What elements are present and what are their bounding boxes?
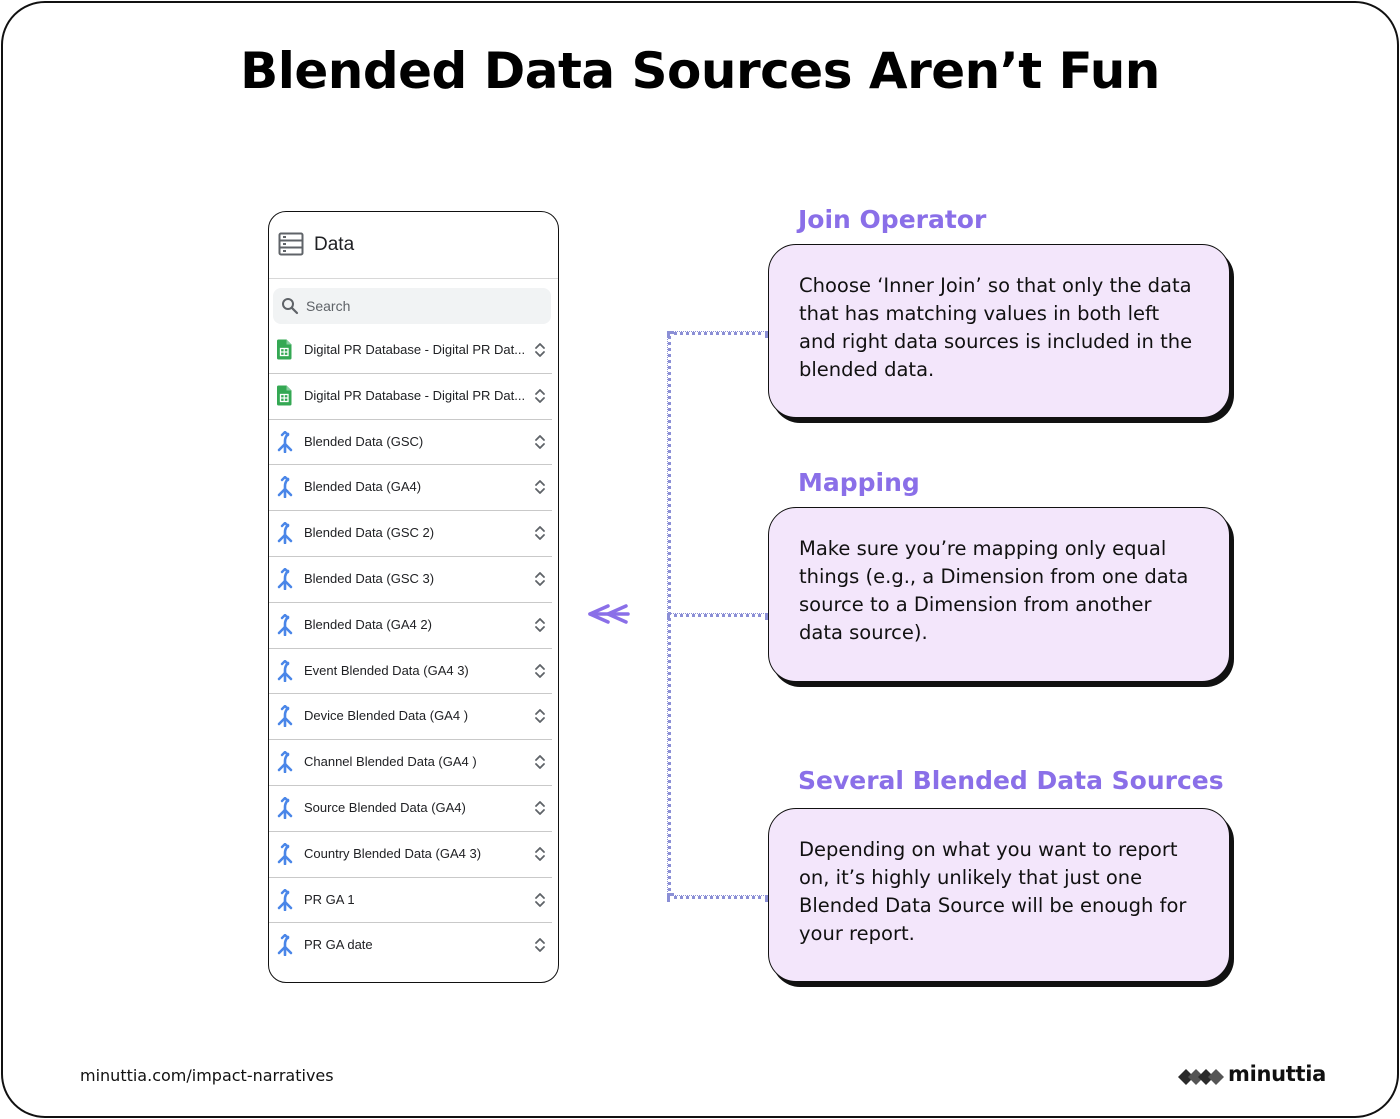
list-item-label: Blended Data (GSC)	[304, 433, 424, 449]
list-item-label: Digital PR Database - Digital PR Dat...	[304, 342, 526, 357]
list-item[interactable]: Source Blended Data (GA4)	[269, 786, 552, 832]
callout-heading-several-sources: Several Blended Data Sources	[798, 766, 1224, 795]
brand-logo-mark	[1178, 1066, 1224, 1093]
chevron-up-down-icon[interactable]	[534, 753, 546, 776]
list-item-label: Source Blended Data (GA4)	[304, 799, 466, 815]
list-item[interactable]: Digital PR Database - Digital PR Dat...	[269, 374, 552, 420]
list-item[interactable]: Blended Data (GA4 2)	[269, 603, 552, 649]
connector-bottom	[667, 895, 768, 899]
list-item-label: Channel Blended Data (GA4 )	[304, 754, 477, 770]
chevron-up-down-icon[interactable]	[534, 936, 546, 959]
chevron-up-down-icon[interactable]	[534, 799, 546, 822]
connector-middle	[667, 613, 768, 617]
chevron-up-down-icon[interactable]	[534, 524, 546, 547]
data-panel-title: Data	[314, 234, 355, 255]
footer-url: minuttia.com/impact-narratives	[80, 1066, 334, 1085]
data-source-list: Digital PR Database - Digital PR Dat... D…	[269, 328, 552, 969]
list-item-label: Device Blended Data (GA4 )	[304, 708, 469, 724]
google-sheets-icon	[276, 339, 294, 361]
list-item[interactable]: Digital PR Database - Digital PR Dat...	[269, 328, 552, 374]
callout-text: Choose ‘Inner Join’ so that only the dat…	[799, 274, 1193, 381]
callout-card-several-sources: Depending on what you want to report on,…	[768, 808, 1230, 982]
list-item-label: PR GA 1	[304, 891, 355, 907]
list-item[interactable]: Blended Data (GSC 2)	[269, 511, 552, 557]
blend-icon	[276, 934, 294, 957]
blend-icon	[276, 613, 294, 637]
list-item[interactable]: Device Blended Data (GA4 )	[269, 694, 552, 741]
blend-icon	[276, 705, 294, 728]
chevron-up-down-icon[interactable]	[534, 662, 546, 685]
page-title: Blended Data Sources Aren’t Fun	[240, 42, 1160, 100]
chevron-up-down-icon[interactable]	[534, 341, 546, 364]
google-sheets-icon	[276, 385, 294, 407]
list-item[interactable]: Blended Data (GSC 3)	[269, 557, 552, 603]
list-item[interactable]: PR GA date	[269, 923, 552, 969]
callout-card-mapping: Make sure you’re mapping only equal thin…	[768, 507, 1230, 682]
list-item[interactable]: Blended Data (GA4)	[269, 465, 552, 512]
list-item[interactable]: Country Blended Data (GA4 3)	[269, 832, 552, 878]
blend-icon	[276, 476, 294, 499]
blend-icon	[276, 430, 294, 453]
chevron-up-down-icon[interactable]	[534, 570, 546, 593]
list-item-label: Event Blended Data (GA4 3)	[304, 662, 469, 678]
list-item-label: Blended Data (GSC 2)	[304, 525, 435, 541]
brand-name: minuttia	[1228, 1062, 1327, 1086]
database-icon	[278, 232, 304, 261]
list-item-label: Blended Data (GA4)	[304, 479, 422, 495]
list-item-label: Country Blended Data (GA4 3)	[304, 845, 482, 861]
search-icon	[281, 297, 299, 320]
search-input[interactable]: Search	[273, 288, 551, 324]
blend-icon	[276, 842, 294, 866]
chevron-up-down-icon[interactable]	[534, 845, 546, 868]
chevron-up-down-icon[interactable]	[534, 707, 546, 730]
data-panel-header: Data	[269, 212, 558, 279]
search-placeholder: Search	[306, 298, 351, 314]
list-item-label: Digital PR Database - Digital PR Dat...	[304, 387, 526, 403]
connector-top	[667, 331, 768, 335]
chevron-up-down-icon[interactable]	[534, 433, 546, 456]
blend-icon	[276, 521, 294, 545]
list-item[interactable]: Blended Data (GSC)	[269, 420, 552, 466]
callout-text: Make sure you’re mapping only equal thin…	[799, 537, 1189, 644]
list-item[interactable]: Channel Blended Data (GA4 )	[269, 740, 552, 786]
chevron-up-down-icon[interactable]	[534, 891, 546, 914]
blend-icon	[276, 750, 294, 774]
chevron-up-down-icon[interactable]	[534, 478, 546, 501]
list-item-label: Blended Data (GA4 2)	[304, 616, 432, 632]
callout-heading-join-operator: Join Operator	[798, 205, 987, 234]
blend-icon	[276, 567, 294, 591]
chevron-up-down-icon[interactable]	[534, 616, 546, 639]
list-item-label: PR GA date	[304, 937, 373, 953]
list-item[interactable]: PR GA 1	[269, 878, 552, 924]
callout-text: Depending on what you want to report on,…	[799, 838, 1187, 945]
blend-icon	[276, 796, 294, 820]
list-item[interactable]: Event Blended Data (GA4 3)	[269, 649, 552, 695]
callout-card-join-operator: Choose ‘Inner Join’ so that only the dat…	[768, 244, 1230, 418]
callout-heading-mapping: Mapping	[798, 468, 920, 497]
double-arrow-left-icon	[586, 603, 632, 630]
chevron-up-down-icon[interactable]	[534, 387, 546, 410]
blend-icon	[276, 659, 294, 682]
blend-icon	[276, 888, 294, 911]
list-item-label: Blended Data (GSC 3)	[304, 570, 435, 586]
data-panel: Data Search Digital PR Database - Digita…	[268, 211, 559, 983]
